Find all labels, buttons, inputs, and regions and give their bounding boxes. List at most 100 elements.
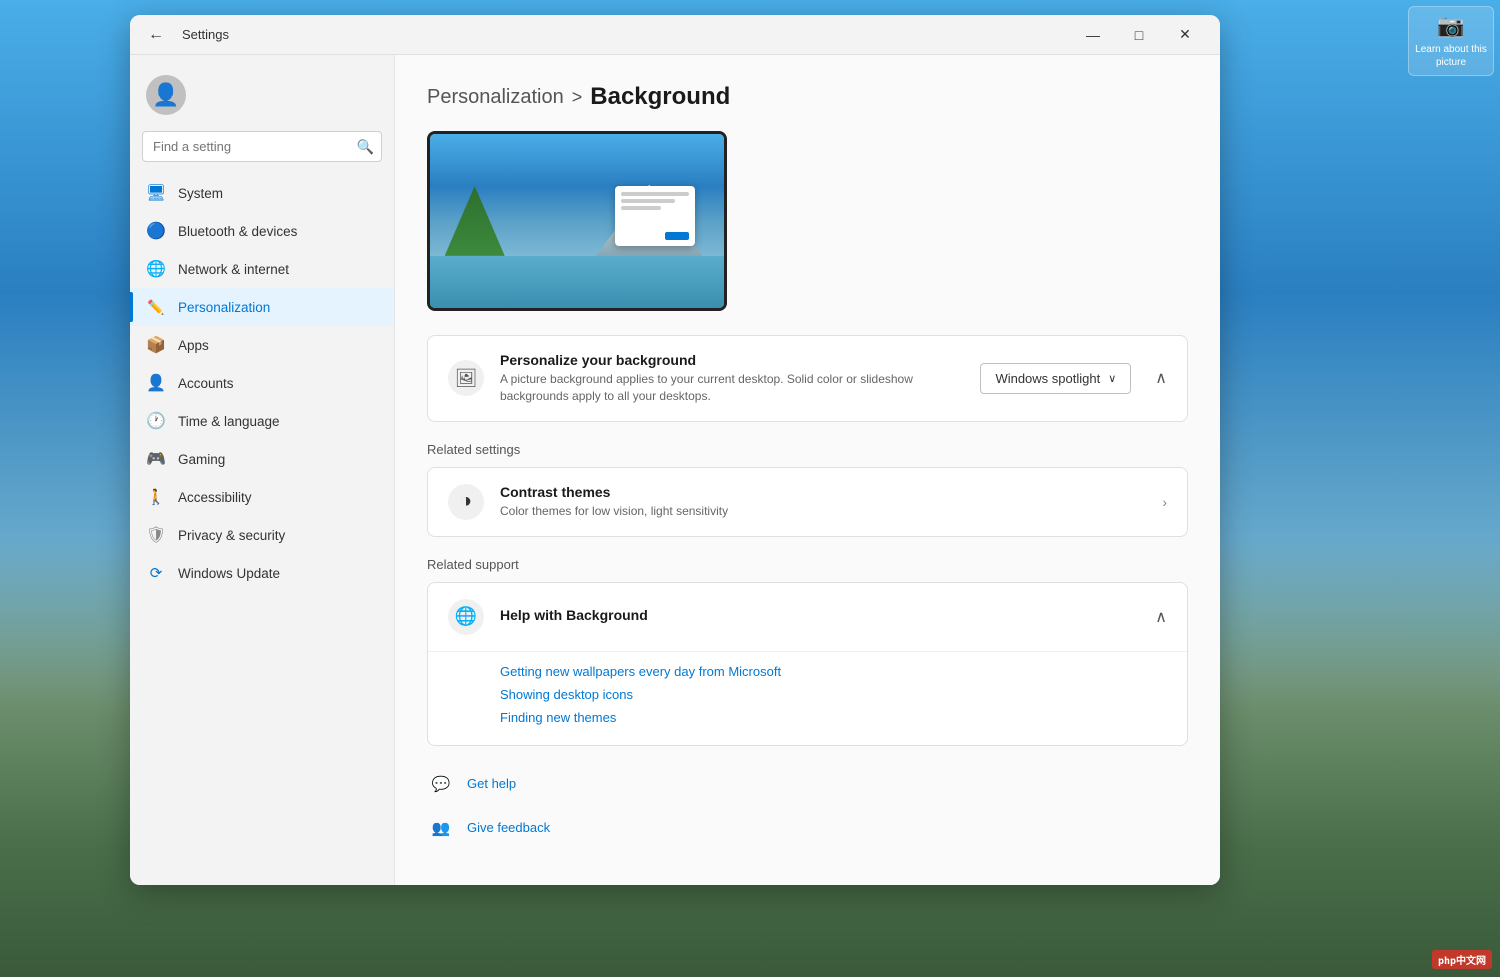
background-row-icon: 🖼 — [448, 360, 484, 396]
background-row-text: Personalize your background A picture ba… — [500, 352, 964, 405]
preview-dialog — [615, 186, 695, 246]
settings-window: ← Settings — □ ✕ 👤 🔍 — [130, 15, 1220, 885]
background-row-desc: A picture background applies to your cur… — [500, 371, 964, 405]
back-button[interactable]: ← — [142, 21, 170, 49]
sidebar-item-label: Time & language — [178, 414, 280, 429]
breadcrumb-parent[interactable]: Personalization — [427, 86, 564, 109]
title-bar-controls: ← — [142, 21, 170, 49]
breadcrumb: Personalization > Background — [427, 83, 1188, 111]
give-feedback-item[interactable]: 👥 Give feedback — [427, 810, 1188, 846]
sidebar-item-accessibility[interactable]: 🚶 Accessibility — [130, 478, 394, 516]
help-icon: 🌐 — [448, 599, 484, 635]
related-settings-card: ◑ Contrast themes Color themes for low v… — [427, 467, 1188, 537]
sidebar-item-personalization[interactable]: ✏️ Personalization — [130, 288, 394, 326]
sidebar-item-time[interactable]: 🕐 Time & language — [130, 402, 394, 440]
php-watermark: php中文网 — [1432, 950, 1492, 969]
get-help-item[interactable]: 💬 Get help — [427, 766, 1188, 802]
window-controls: — □ ✕ — [1070, 15, 1208, 55]
contrast-themes-text: Contrast themes Color themes for low vis… — [500, 484, 1146, 520]
sidebar-item-label: Privacy & security — [178, 528, 285, 543]
bluetooth-icon: 🔵 — [146, 221, 166, 241]
bottom-actions: 💬 Get help 👥 Give feedback — [427, 766, 1188, 846]
background-type-dropdown[interactable]: Windows spotlight ∨ — [980, 363, 1131, 394]
sidebar-item-bluetooth[interactable]: 🔵 Bluetooth & devices — [130, 212, 394, 250]
sidebar-item-accounts[interactable]: 👤 Accounts — [130, 364, 394, 402]
accounts-icon: 👤 — [146, 373, 166, 393]
privacy-icon: 🛡 — [146, 525, 166, 545]
help-content: Getting new wallpapers every day from Mi… — [428, 651, 1187, 745]
preview-background — [430, 134, 724, 308]
sidebar-item-label: System — [178, 186, 223, 201]
gaming-icon: 🎮 — [146, 449, 166, 469]
help-header-text: Help with Background — [500, 607, 1139, 626]
sidebar-item-privacy[interactable]: 🛡 Privacy & security — [130, 516, 394, 554]
preview-trees — [445, 186, 505, 256]
accessibility-icon: 🚶 — [146, 487, 166, 507]
sidebar-item-windows-update[interactable]: ⟳ Windows Update — [130, 554, 394, 592]
sidebar-item-apps[interactable]: 📦 Apps — [130, 326, 394, 364]
breadcrumb-separator: > — [572, 87, 583, 108]
sidebar-item-gaming[interactable]: 🎮 Gaming — [130, 440, 394, 478]
avatar-icon: 👤 — [152, 82, 179, 108]
related-settings-title: Related settings — [427, 442, 1188, 457]
user-avatar-section: 👤 — [130, 67, 394, 131]
sidebar-item-label: Bluetooth & devices — [178, 224, 297, 239]
contrast-themes-icon: ◑ — [448, 484, 484, 520]
preview-dialog-line-2 — [621, 199, 675, 203]
personalize-background-card: 🖼 Personalize your background A picture … — [427, 335, 1188, 422]
title-bar: ← Settings — □ ✕ — [130, 15, 1220, 55]
sidebar-item-label: Gaming — [178, 452, 225, 467]
get-help-icon: 💬 — [427, 770, 455, 798]
personalization-icon: ✏️ — [146, 297, 166, 317]
sidebar-item-label: Personalization — [178, 300, 270, 315]
sidebar-item-label: Network & internet — [178, 262, 289, 277]
preview-water — [430, 256, 724, 308]
personalize-background-row: 🖼 Personalize your background A picture … — [428, 336, 1187, 421]
feedback-icon: 👥 — [432, 819, 451, 837]
preview-dialog-line-3 — [621, 206, 662, 210]
help-link-desktop-icons[interactable]: Showing desktop icons — [500, 687, 1167, 702]
sidebar: 👤 🔍 🖥 System 🔵 Bluetooth & devices — [130, 55, 395, 885]
help-link-new-themes[interactable]: Finding new themes — [500, 710, 1167, 725]
window-title: Settings — [182, 27, 229, 42]
desktop-preview — [427, 131, 727, 311]
avatar: 👤 — [146, 75, 186, 115]
contrast-themes-desc: Color themes for low vision, light sensi… — [500, 503, 1146, 520]
related-support-card: 🌐 Help with Background ∧ Getting new wal… — [427, 582, 1188, 746]
sidebar-item-system[interactable]: 🖥 System — [130, 174, 394, 212]
picture-icon: 🖼 — [455, 368, 478, 389]
sidebar-item-label: Windows Update — [178, 566, 280, 581]
close-button[interactable]: ✕ — [1162, 15, 1208, 55]
time-icon: 🕐 — [146, 411, 166, 431]
search-icon: 🔍 — [357, 138, 374, 154]
give-feedback-icon: 👥 — [427, 814, 455, 842]
settings-body: 👤 🔍 🖥 System 🔵 Bluetooth & devices — [130, 55, 1220, 885]
globe-icon: 🌐 — [455, 606, 477, 627]
learn-about-label: Learn about this picture — [1415, 44, 1487, 68]
contrast-themes-row[interactable]: ◑ Contrast themes Color themes for low v… — [428, 468, 1187, 536]
breadcrumb-current: Background — [590, 83, 730, 111]
maximize-button[interactable]: □ — [1116, 15, 1162, 55]
help-with-background-header[interactable]: 🌐 Help with Background ∧ — [428, 583, 1187, 651]
nav-menu: 🖥 System 🔵 Bluetooth & devices 🌐 Network… — [130, 174, 394, 592]
contrast-themes-chevron-icon: › — [1162, 494, 1167, 510]
sidebar-item-network[interactable]: 🌐 Network & internet — [130, 250, 394, 288]
get-help-label: Get help — [467, 776, 516, 791]
system-icon: 🖥 — [146, 183, 166, 203]
background-row-title: Personalize your background — [500, 352, 964, 368]
dropdown-chevron-icon: ∨ — [1108, 372, 1116, 385]
camera-icon: 📷 — [1415, 13, 1487, 39]
help-title: Help with Background — [500, 607, 1139, 623]
contrast-themes-title: Contrast themes — [500, 484, 1146, 500]
help-expand-icon: ∧ — [1155, 607, 1167, 627]
related-support-title: Related support — [427, 557, 1188, 572]
minimize-button[interactable]: — — [1070, 15, 1116, 55]
sidebar-item-label: Accessibility — [178, 490, 252, 505]
sidebar-item-label: Accounts — [178, 376, 234, 391]
learn-about-button[interactable]: 📷 Learn about this picture — [1408, 6, 1494, 76]
search-input[interactable] — [142, 131, 382, 162]
apps-icon: 📦 — [146, 335, 166, 355]
help-link-wallpapers[interactable]: Getting new wallpapers every day from Mi… — [500, 664, 1167, 679]
question-icon: 💬 — [432, 775, 451, 793]
search-button[interactable]: 🔍 — [357, 138, 374, 155]
